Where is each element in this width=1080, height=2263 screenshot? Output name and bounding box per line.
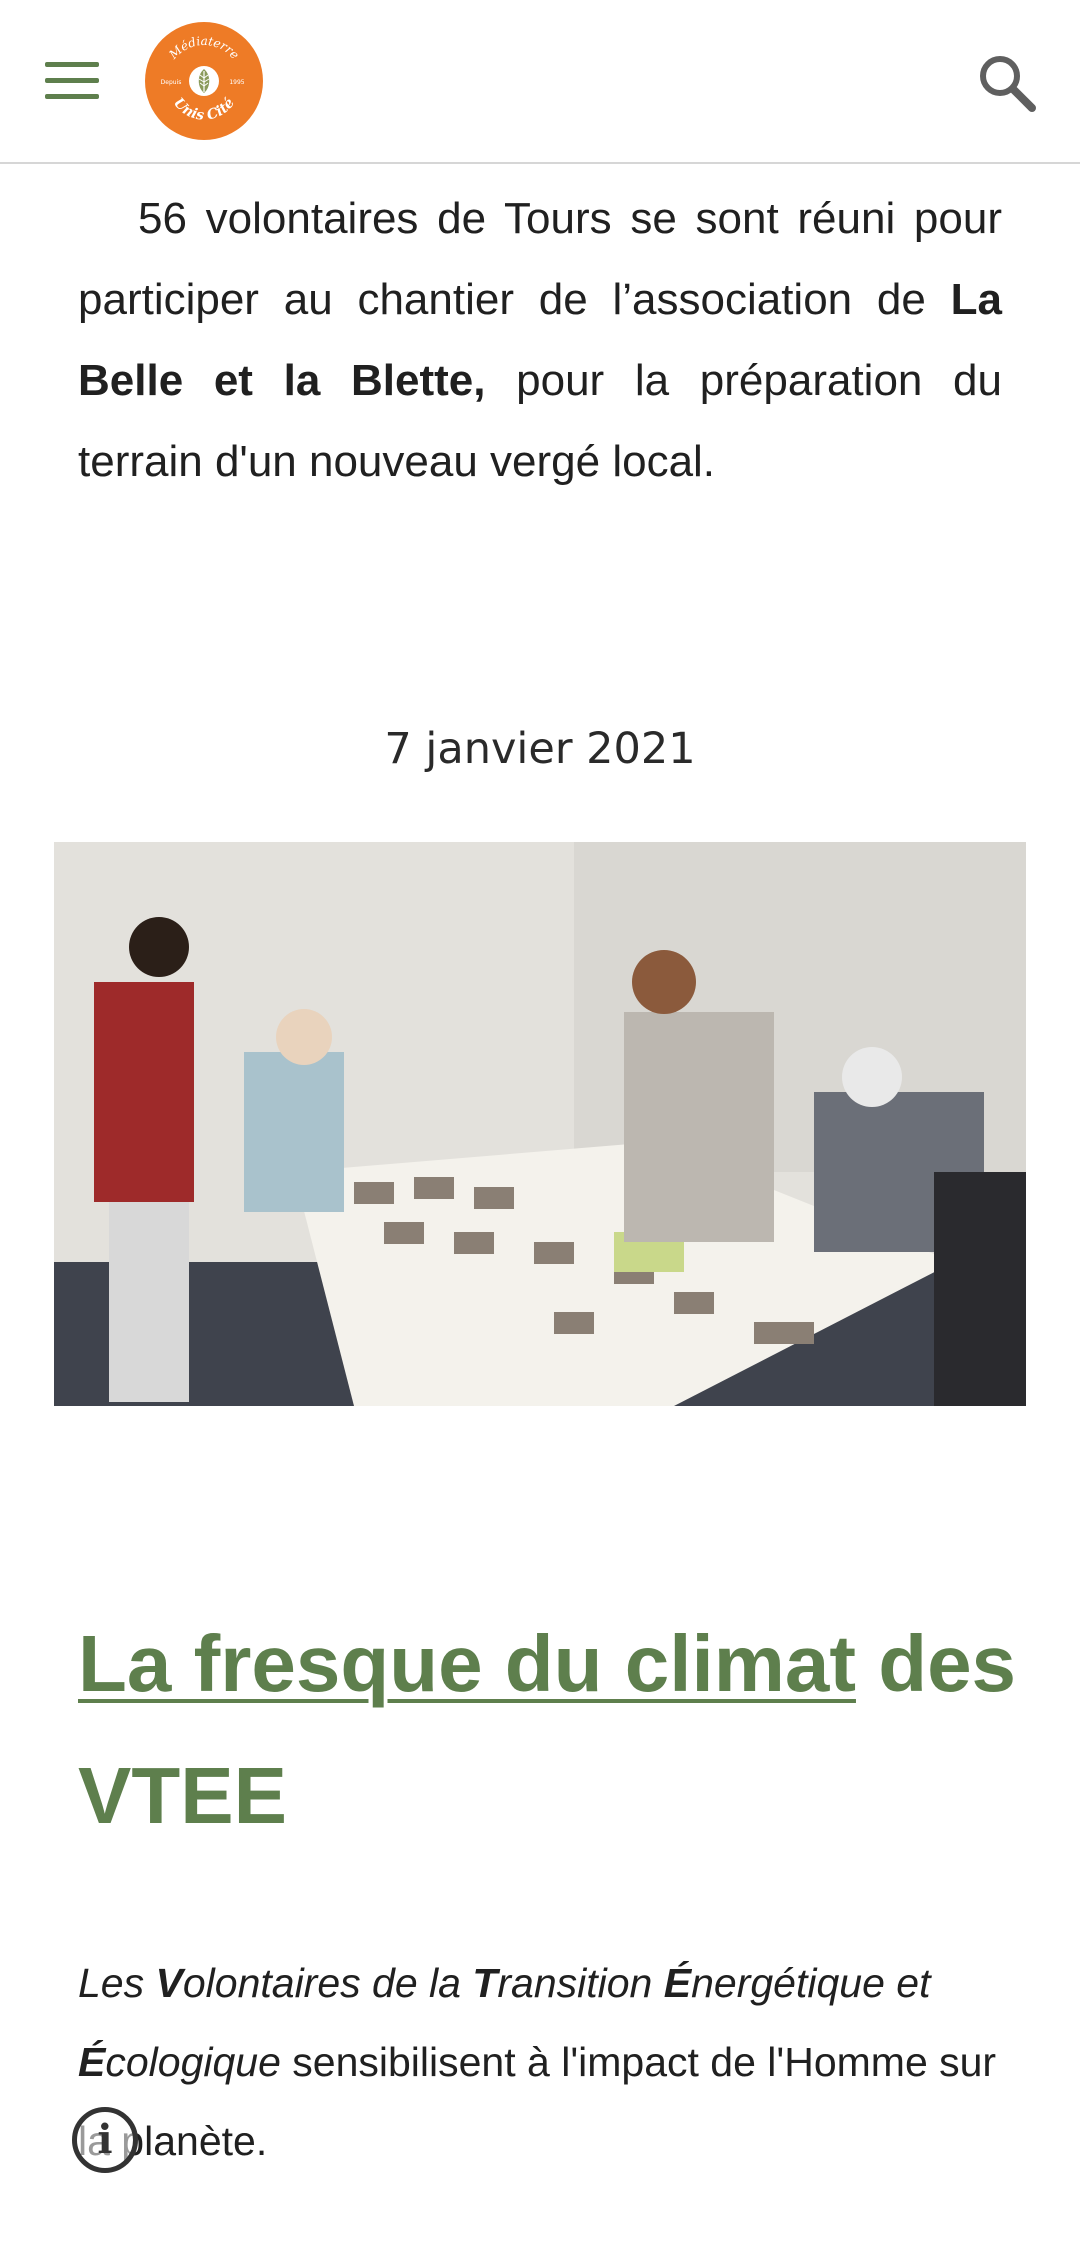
logo-right-text: 1995 [229, 79, 244, 86]
summary-acronym-letter: T [472, 1960, 498, 2006]
search-button[interactable] [972, 48, 1044, 120]
logo-emblem: Médiaterre Unis Cité Depuis 1995 [147, 24, 261, 138]
summary-acronym-letter: É [663, 1960, 692, 2006]
site-logo[interactable]: Médiaterre Unis Cité Depuis 1995 [145, 22, 263, 140]
summary-text: cologique [105, 2039, 281, 2085]
info-button[interactable]: i [72, 2107, 138, 2173]
info-icon: i [97, 2116, 113, 2163]
intro-paragraph: 56 volontaires de Tours se sont réuni po… [78, 178, 1002, 502]
article-photo[interactable] [54, 842, 1026, 1406]
article-title-link[interactable]: La fresque du climat [78, 1619, 856, 1708]
summary-acronym-letter: É [78, 2039, 106, 2085]
summary-text: nergétique et [691, 1960, 931, 2006]
search-icon [980, 56, 1036, 112]
summary-acronym-letter: V [155, 1960, 183, 2006]
article-date: 7 janvier 2021 [384, 724, 696, 774]
summary-text: ransition [497, 1960, 664, 2006]
site-header: Médiaterre Unis Cité Depuis 1995 [0, 0, 1080, 164]
summary-text: olontaires de la [182, 1960, 473, 2006]
article-title: La fresque du climat des VTEE [78, 1598, 1018, 1862]
summary-text: Les [78, 1960, 156, 2006]
article-summary: Les Volontaires de la Transition Énergét… [78, 1944, 1008, 2181]
menu-button[interactable] [36, 52, 108, 110]
intro-text: 56 volontaires de Tours se sont réuni po… [78, 194, 1002, 324]
logo-left-text: Depuis [161, 79, 182, 86]
photo-illustration [54, 842, 1026, 1406]
